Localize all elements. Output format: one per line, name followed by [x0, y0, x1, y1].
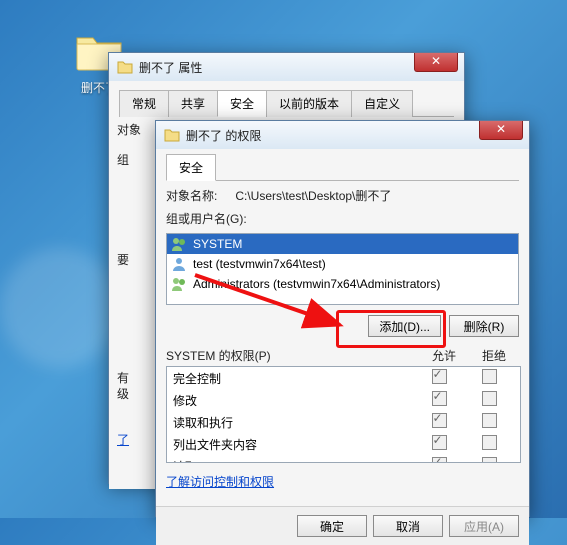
group-users-label: 组或用户名(G):: [166, 210, 519, 227]
permission-row: 读取: [167, 455, 520, 462]
cancel-button[interactable]: 取消: [373, 515, 443, 537]
users-icon: [171, 276, 187, 292]
permissions-title: 删不了 的权限: [186, 127, 261, 144]
object-name-label: 对象名称:: [166, 187, 217, 204]
prop-req-prefix: 要: [117, 251, 129, 268]
list-item-label: test (testvmwin7x64\test): [193, 257, 326, 271]
folder-icon: [117, 60, 133, 74]
prop-side2: 级: [117, 385, 129, 402]
tab-sharing[interactable]: 共享: [168, 90, 218, 117]
user-icon: [171, 256, 187, 272]
permission-row: 列出文件夹内容: [167, 433, 520, 455]
perm-header-label: SYSTEM 的权限(P): [166, 347, 419, 364]
prop-link-cut[interactable]: 了: [117, 433, 129, 447]
prop-side1: 有: [117, 369, 129, 386]
perm-name: 修改: [173, 392, 414, 409]
add-button[interactable]: 添加(D)...: [368, 315, 441, 337]
users-icon: [171, 236, 187, 252]
deny-checkbox[interactable]: [482, 369, 497, 384]
permissions-table: 完全控制修改读取和执行列出文件夹内容读取: [166, 366, 521, 463]
deny-checkbox[interactable]: [482, 435, 497, 450]
permission-row: 修改: [167, 389, 520, 411]
list-item-label: SYSTEM: [193, 237, 242, 251]
tab-custom[interactable]: 自定义: [351, 90, 413, 117]
allow-checkbox[interactable]: [432, 391, 447, 406]
list-item-admins[interactable]: Administrators (testvmwin7x64\Administra…: [167, 274, 518, 294]
list-item-label: Administrators (testvmwin7x64\Administra…: [193, 277, 440, 291]
close-button[interactable]: ✕: [479, 121, 523, 140]
allow-checkbox[interactable]: [432, 435, 447, 450]
col-allow: 允许: [419, 347, 469, 364]
perm-name: 列出文件夹内容: [173, 436, 414, 453]
tab-security[interactable]: 安全: [217, 90, 267, 117]
prop-group-prefix: 组: [117, 151, 129, 168]
permission-row: 完全控制: [167, 367, 520, 389]
tab-general[interactable]: 常规: [119, 90, 169, 117]
object-name-value: C:\Users\test\Desktop\删不了: [235, 187, 391, 204]
perm-name: 读取和执行: [173, 414, 414, 431]
permissions-titlebar[interactable]: 删不了 的权限 ✕: [156, 121, 529, 149]
perm-name: 读取: [173, 458, 414, 463]
ok-button[interactable]: 确定: [297, 515, 367, 537]
allow-checkbox[interactable]: [432, 457, 447, 462]
users-listbox[interactable]: SYSTEM test (testvmwin7x64\test) Adminis…: [166, 233, 519, 305]
properties-title: 删不了 属性: [139, 59, 202, 76]
permission-row: 读取和执行: [167, 411, 520, 433]
properties-titlebar[interactable]: 删不了 属性 ✕: [109, 53, 464, 81]
list-item-test[interactable]: test (testvmwin7x64\test): [167, 254, 518, 274]
properties-tabs: 常规 共享 安全 以前的版本 自定义: [119, 89, 454, 117]
deny-checkbox[interactable]: [482, 413, 497, 428]
perm-name: 完全控制: [173, 370, 414, 387]
allow-checkbox[interactable]: [432, 413, 447, 428]
col-deny: 拒绝: [469, 347, 519, 364]
deny-checkbox[interactable]: [482, 391, 497, 406]
list-item-system[interactable]: SYSTEM: [167, 234, 518, 254]
learn-link[interactable]: 了解访问控制和权限: [166, 475, 274, 489]
allow-checkbox[interactable]: [432, 369, 447, 384]
remove-button[interactable]: 删除(R): [449, 315, 519, 337]
tab-previous[interactable]: 以前的版本: [266, 90, 352, 117]
prop-object-prefix: 对象: [117, 121, 141, 138]
apply-button[interactable]: 应用(A): [449, 515, 519, 537]
permissions-window: 删不了 的权限 ✕ 安全 对象名称: C:\Users\test\Desktop…: [155, 120, 530, 517]
close-button[interactable]: ✕: [414, 53, 458, 72]
tab-security-inner[interactable]: 安全: [166, 154, 216, 181]
deny-checkbox[interactable]: [482, 457, 497, 462]
folder-icon: [164, 128, 180, 142]
